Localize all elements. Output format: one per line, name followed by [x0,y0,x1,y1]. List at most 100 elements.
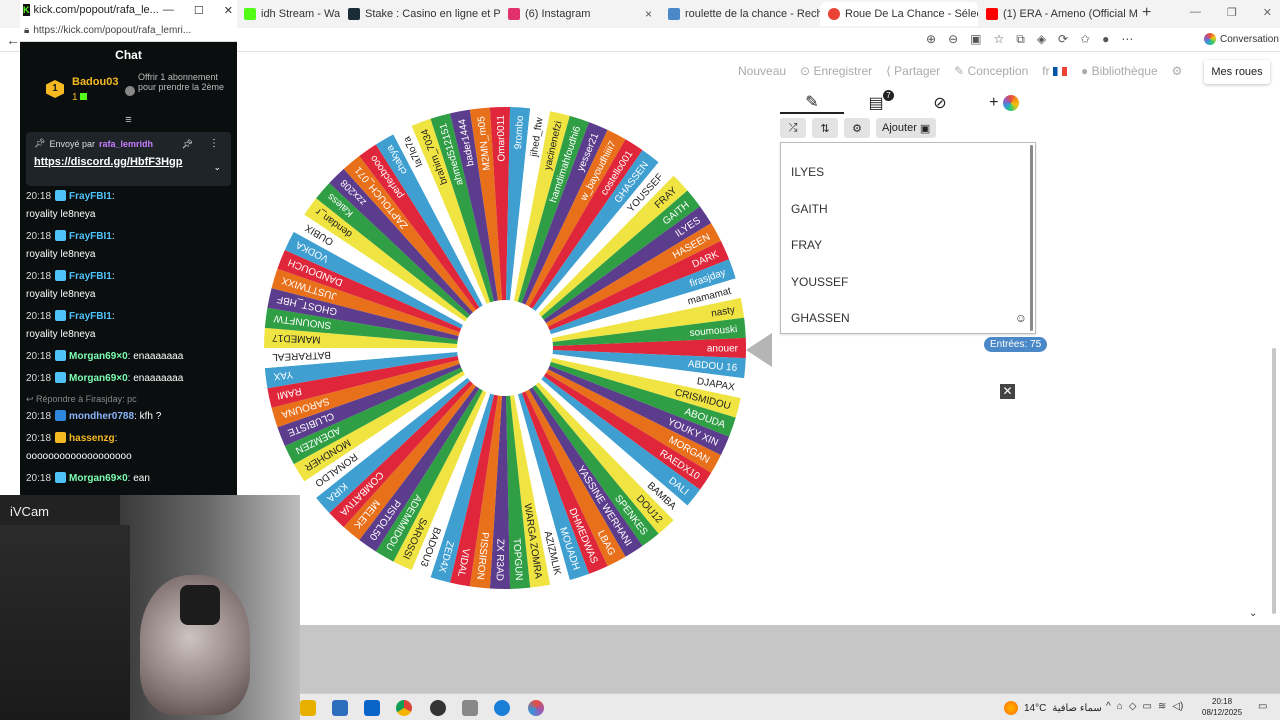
my-wheels-button[interactable]: Mes roues [1204,60,1270,84]
settings-icon[interactable]: ⚙ [1172,64,1183,78]
reply-reference[interactable]: ↩ Répondre à Firasjday: pc [26,392,231,406]
weather-widget[interactable]: 14°C سماء صافية [1004,701,1102,715]
store-icon[interactable] [332,700,348,716]
wheel[interactable]: anouer ABDOU 16 DJAPAX CRISMIDOU ABOUDA YOUKY… [262,105,748,591]
minimize-icon[interactable]: — [163,4,174,17]
close-icon[interactable]: ✕ [1000,384,1015,399]
shield-icon[interactable]: ◇ [1129,701,1137,712]
nav-new[interactable]: Nouveau [738,64,786,78]
app-icon[interactable] [430,700,446,716]
add-image-button[interactable]: Ajouter ▣ [876,118,937,138]
wheel-center[interactable] [457,300,553,396]
nav-language[interactable]: fr [1042,64,1067,78]
tab-kick-stream[interactable]: idh Stream - Watch Live × [236,2,340,26]
nav-share[interactable]: ⟨ Partager [886,64,940,78]
entries-scrollbar[interactable] [1030,145,1033,331]
edge-icon[interactable] [494,700,510,716]
pin-icon: 📌︎ [34,138,46,148]
nav-library[interactable]: ● Bibliothèque [1081,64,1158,78]
wheel-svg[interactable]: anouerABDOU 16DJAPAXCRISMIDOUABOUDAYOUKY… [262,105,748,591]
chevron-down-icon[interactable]: ⌄ [213,162,221,173]
message-user[interactable]: hassenzg [69,433,115,444]
pinned-header: 📌︎ Envoyé par rafa_lemridh [34,138,223,149]
close-tab-icon[interactable]: × [639,7,652,21]
kick-url-bar[interactable]: 🔒︎ https://kick.com/popout/rafa_lemri... [20,20,237,42]
message-user[interactable]: FrayFBI1 [69,231,112,242]
tab-instagram[interactable]: (6) Instagram × [500,2,660,26]
refresh-icon[interactable]: ⟳ [1058,32,1068,47]
message-text: royality le8neya [26,249,96,260]
chevron-down-icon[interactable]: ⌄ [1249,608,1257,619]
message-user[interactable]: FrayFBI1 [69,311,112,322]
more-vert-icon[interactable]: ⋮ [209,138,219,149]
shuffle-icon[interactable]: ⤮ [780,118,806,138]
message-user[interactable]: FrayFBI1 [69,191,112,202]
zoom-icon[interactable]: ⊕ [926,32,936,47]
tracking-icon[interactable]: ▣ [970,32,981,47]
message-text-block: ooooooooooooooooooo [26,450,231,464]
edit-pencil-icon[interactable]: ✎ [780,92,844,114]
file-explorer-icon[interactable] [300,700,316,716]
battery-icon[interactable]: ▭ [1142,701,1151,712]
pinned-link[interactable]: https://discord.gg/HbfF3Hgp [34,156,223,168]
chat-messages: 20:18 FrayFBI1: royality le8neya 20:18 Fray… [20,186,237,495]
gear-icon[interactable]: ⚙ [844,118,870,138]
new-tab-button[interactable]: + [1142,4,1151,22]
chrome-icon[interactable] [396,700,412,716]
tab-title: Stake : Casino en ligne et Paris Sp [365,8,500,20]
message-user[interactable]: mondher0788 [69,411,134,422]
close-icon[interactable]: ✕ [224,4,233,17]
message-user[interactable]: Morgan69×0 [69,473,128,484]
wifi-icon[interactable]: ≋ [1158,701,1166,712]
message-user[interactable]: Morgan69×0 [69,373,128,384]
entries-textarea[interactable]: ILYES GAITH FRAY YOUSSEF GHASSEN ☺ [780,142,1036,334]
more-icon[interactable]: ⋯ [1121,32,1133,47]
tab-stake[interactable]: Stake : Casino en ligne et Paris Sp × [340,2,500,26]
photos-icon[interactable] [462,700,478,716]
profile-icon[interactable]: ● [1102,32,1109,47]
restore-icon[interactable]: ❐ [1227,6,1237,19]
hide-eye-icon[interactable]: ⊘ [908,93,972,113]
clock-time: 20:18 [1212,697,1233,706]
emoji-icon[interactable]: ☺ [1015,311,1027,325]
clock[interactable]: 20:18 08/12/2025 [1202,696,1242,718]
page-scrollbar[interactable] [1272,348,1276,614]
collapse-icon[interactable]: ≡ [20,114,237,128]
reader-icon[interactable]: ⊖ [948,32,958,47]
add-color-button[interactable]: + [972,94,1036,112]
tab-youtube[interactable]: (1) ERA - Ameno (Official Mu × [978,2,1138,26]
extension-icon[interactable]: ⧉ [1016,32,1025,47]
message-user[interactable]: FrayFBI1 [69,271,112,282]
copilot-conversation-button[interactable]: Conversation [1204,33,1279,45]
back-arrow-icon[interactable]: ← [6,32,20,48]
message-text: royality le8neya [26,209,96,220]
close-icon[interactable]: ✕ [1263,6,1272,19]
gift-message: Offrir 1 abonnement pour prendre la 2ème [138,72,225,92]
outlook-icon[interactable] [364,700,380,716]
chevron-up-icon[interactable]: ^ [1106,701,1111,712]
message-user[interactable]: Morgan69×0 [69,351,128,362]
entry-line: ILYES [791,165,825,179]
notification-icon[interactable]: ▭ [1258,701,1267,712]
shield-icon[interactable]: ◈ [1037,32,1046,47]
pinned-user[interactable]: rafa_lemridh [99,139,153,149]
maximize-icon[interactable]: ☐ [194,4,204,17]
user-badge-icon [55,372,67,383]
gift-sub-banner[interactable]: 1 Badou03 1 Offrir 1 abonnement pour pre… [20,66,237,114]
tab-wheel[interactable]: Roue De La Chance - Sélecteur Pe × [820,2,978,26]
nav-design[interactable]: ✎ Conception [954,64,1028,78]
unpin-icon[interactable]: 📌︎ [182,139,193,150]
sort-icon[interactable]: ⇅ [812,118,838,138]
copilot-taskbar-icon[interactable] [528,700,544,716]
wheel-pointer [746,333,772,367]
tab-search[interactable]: roulette de la chance - Recherche × [660,2,820,26]
entry-line: FRAY [791,238,823,252]
notes-clipboard-icon[interactable]: ▤ 7 [844,90,908,113]
volume-icon[interactable]: ◁) [1172,701,1183,712]
network-icon[interactable]: ⌂ [1117,701,1123,712]
minimize-icon[interactable]: — [1190,6,1201,19]
chat-message: 20:18 Morgan69×0: enaaaaaaa [26,346,231,368]
nav-save[interactable]: ⊙ Enregistrer [800,64,872,78]
favorites-icon[interactable]: ✩ [1080,32,1090,47]
favorite-star-icon[interactable]: ☆ [993,32,1004,47]
